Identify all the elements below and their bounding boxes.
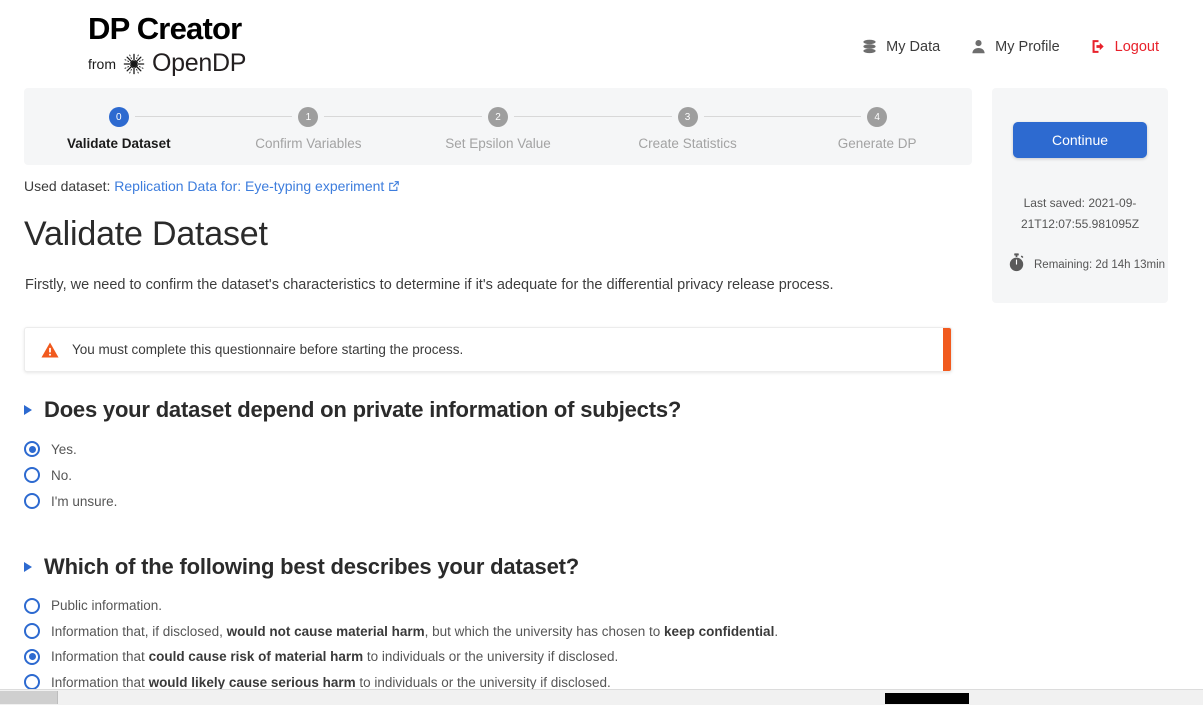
question-options: Yes. No. I'm unsure. — [24, 436, 681, 514]
scrollbar-marker — [885, 693, 969, 704]
step-label: Generate DP — [837, 136, 917, 151]
alert-accent-bar — [943, 328, 951, 371]
step-number-badge: 3 — [677, 107, 698, 127]
step-set-epsilon-value[interactable]: 2 Set Epsilon Value — [403, 88, 672, 165]
radio-button[interactable] — [24, 467, 40, 483]
page-intro-text: Firstly, we need to confirm the dataset'… — [25, 277, 834, 293]
nav-logout[interactable]: Logout — [1090, 38, 1159, 55]
continue-button[interactable]: Continue — [1013, 122, 1147, 158]
warning-alert-text: You must complete this questionnaire bef… — [72, 342, 464, 357]
question-options: Public information. Information that, if… — [24, 593, 778, 695]
step-label: Create Statistics — [638, 136, 737, 151]
step-label: Validate Dataset — [67, 136, 171, 151]
nav-my-data-label: My Data — [886, 38, 941, 55]
horizontal-scrollbar-thumb[interactable] — [0, 691, 58, 704]
question-header[interactable]: Which of the following best describes yo… — [24, 554, 778, 580]
step-connector-line — [134, 116, 293, 117]
option-row[interactable]: Public information. — [24, 593, 778, 619]
stopwatch-icon — [1008, 253, 1025, 277]
radio-button[interactable] — [24, 597, 40, 614]
external-link-icon[interactable] — [384, 178, 400, 194]
option-label: I'm unsure. — [51, 493, 118, 509]
warning-alert: You must complete this questionnaire bef… — [24, 327, 952, 372]
step-connector-line — [703, 116, 862, 117]
step-connector-line — [513, 116, 672, 117]
step-confirm-variables[interactable]: 1 Confirm Variables — [214, 88, 482, 165]
horizontal-scrollbar[interactable] — [0, 689, 1203, 705]
app-logo[interactable]: DP Creator from OpenDP — [88, 12, 246, 78]
nav-my-data[interactable]: My Data — [861, 38, 940, 55]
logo-org-text: OpenDP — [152, 49, 247, 77]
option-row[interactable]: Information that could cause risk of mat… — [24, 644, 778, 670]
step-validate-dataset[interactable]: 0 Validate Dataset — [24, 88, 293, 165]
logo-subtitle: from OpenDP — [88, 49, 246, 78]
option-label: Yes. — [51, 441, 77, 457]
app-header: DP Creator from OpenDP My Data My Profil… — [0, 0, 1203, 88]
radio-button[interactable] — [24, 441, 40, 457]
caret-right-icon[interactable] — [24, 405, 32, 415]
step-number-badge: 4 — [867, 107, 888, 127]
step-number-badge: 2 — [487, 107, 508, 127]
progress-stepper: 0 Validate Dataset 1 Confirm Variables 2… — [24, 88, 972, 165]
step-generate-dp[interactable]: 4 Generate DP — [782, 88, 972, 165]
step-number-badge: 0 — [108, 107, 129, 127]
radio-button[interactable] — [24, 648, 40, 665]
option-label: No. — [51, 467, 73, 483]
radio-button[interactable] — [24, 674, 40, 691]
logout-icon — [1090, 38, 1107, 55]
used-dataset-link[interactable]: Replication Data for: Eye-typing experim… — [114, 178, 384, 194]
logo-from-text: from — [88, 55, 116, 72]
remaining-time-text: Remaining: 2d 14h 13min — [1034, 259, 1166, 271]
option-label: Public information. — [51, 598, 163, 614]
starburst-icon — [120, 50, 148, 78]
person-icon — [970, 38, 987, 55]
step-label: Set Epsilon Value — [445, 136, 551, 151]
nav-my-profile-label: My Profile — [995, 38, 1060, 55]
question-private-information: Does your dataset depend on private info… — [24, 397, 681, 514]
logo-title: DP Creator — [88, 11, 242, 46]
caret-right-icon[interactable] — [24, 562, 32, 572]
option-label: Information that, if disclosed, would no… — [51, 623, 779, 639]
option-row[interactable]: I'm unsure. — [24, 488, 681, 514]
nav-my-profile[interactable]: My Profile — [970, 38, 1060, 55]
action-side-panel: Continue Last saved: 2021-09-21T12:07:55… — [992, 88, 1168, 303]
last-saved-text: Last saved: 2021-09-21T12:07:55.981095Z — [1020, 196, 1140, 231]
step-label: Confirm Variables — [255, 136, 362, 151]
remaining-time-row: Remaining: 2d 14h 13min — [1008, 253, 1165, 277]
stepper-steps: 0 Validate Dataset 1 Confirm Variables 2… — [24, 88, 972, 165]
step-create-statistics[interactable]: 3 Create Statistics — [593, 88, 862, 165]
app-page: DP Creator from OpenDP My Data My Profil… — [0, 0, 1203, 705]
header-nav: My Data My Profile Logout — [861, 38, 1159, 55]
option-row[interactable]: No. — [24, 462, 681, 488]
used-dataset-label: Used dataset: — [24, 178, 111, 194]
option-label: Information that could cause risk of mat… — [51, 649, 619, 665]
database-icon — [861, 38, 878, 55]
option-row[interactable]: Yes. — [24, 436, 681, 462]
question-title: Does your dataset depend on private info… — [44, 397, 682, 422]
question-title: Which of the following best describes yo… — [44, 554, 579, 579]
step-number-badge: 1 — [298, 107, 319, 127]
question-header[interactable]: Does your dataset depend on private info… — [24, 397, 681, 423]
step-connector-line — [324, 116, 482, 117]
option-label: Information that would likely cause seri… — [51, 674, 611, 690]
radio-button[interactable] — [24, 623, 40, 640]
used-dataset-line: Used dataset: Replication Data for: Eye-… — [24, 178, 400, 194]
warning-triangle-icon — [41, 342, 59, 358]
option-row[interactable]: Information that, if disclosed, would no… — [24, 619, 778, 645]
nav-logout-label: Logout — [1114, 38, 1159, 55]
radio-button[interactable] — [24, 493, 40, 509]
question-dataset-description: Which of the following best describes yo… — [24, 554, 778, 695]
page-title: Validate Dataset — [24, 215, 268, 253]
